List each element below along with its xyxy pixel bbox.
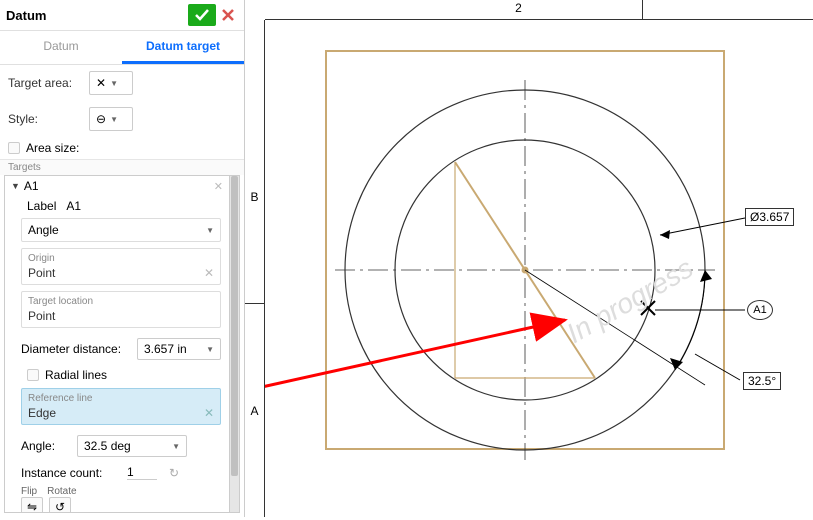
x-icon: ✕: [96, 76, 106, 90]
target-location-field[interactable]: Target location Point: [21, 291, 221, 328]
circle-minus-icon: ⊖: [96, 112, 106, 126]
target-area-label: Target area:: [8, 76, 83, 90]
rotate-label: Rotate: [47, 486, 76, 497]
chevron-down-icon: ▼: [206, 226, 214, 235]
chevron-down-icon: ▼: [110, 115, 118, 124]
viewport[interactable]: Ø3.657 A1 32.5° In progress: [265, 20, 813, 517]
angle-input[interactable]: 32.5 deg ▼: [77, 435, 187, 457]
origin-value: Point: [28, 266, 55, 280]
label-value: A1: [66, 199, 81, 213]
tab-datum[interactable]: Datum: [0, 31, 122, 64]
angle-row: Angle: 32.5 deg ▼: [5, 431, 229, 461]
diameter-label: Diameter distance:: [21, 342, 131, 356]
chevron-down-icon: ▼: [172, 442, 180, 451]
check-icon: [194, 8, 210, 22]
datum-balloon: A1: [747, 300, 773, 320]
diameter-input[interactable]: 3.657 in ▼: [137, 338, 221, 360]
style-dropdown[interactable]: ⊖ ▼: [89, 107, 133, 131]
angle-callout: 32.5°: [743, 372, 781, 390]
targets-list: ▼ A1 ✕ Label A1 Angle ▼ Origin Point ✕: [4, 175, 240, 513]
style-label: Style:: [8, 112, 83, 126]
origin-field[interactable]: Origin Point ✕: [21, 248, 221, 285]
label-row: Label A1: [5, 196, 229, 216]
datum-panel: Datum Datum Datum target Target area: ✕ …: [0, 0, 245, 517]
radial-lines-checkbox[interactable]: [27, 369, 39, 381]
panel-title: Datum: [6, 8, 46, 23]
angle-label: Angle:: [21, 439, 71, 453]
flip-rotate-labels: Flip Rotate: [5, 484, 229, 497]
accept-button[interactable]: [188, 4, 216, 26]
row-label-a: A: [245, 304, 264, 517]
flip-icon: ⇋: [27, 500, 37, 512]
style-row: Style: ⊖ ▼: [0, 101, 244, 137]
close-icon: [221, 8, 235, 22]
targets-section-label: Targets: [0, 159, 244, 175]
tab-datum-target[interactable]: Datum target: [122, 31, 244, 64]
target-item-name: A1: [24, 179, 39, 193]
rotate-icon: ↺: [55, 500, 65, 512]
scrollbar-thumb[interactable]: [231, 176, 238, 476]
drawing-geometry: [265, 20, 813, 520]
area-size-checkbox[interactable]: [8, 142, 20, 154]
clear-refline-button[interactable]: ✕: [204, 406, 214, 420]
rotate-button[interactable]: ↺: [49, 497, 71, 512]
tabs: Datum Datum target: [0, 31, 244, 65]
reference-line-label: Reference line: [28, 393, 214, 404]
angle-value: 32.5 deg: [84, 439, 131, 453]
label-caption: Label: [27, 199, 56, 213]
row-label-b: B: [245, 90, 264, 304]
targets-scrollbar[interactable]: [229, 176, 239, 512]
chevron-down-icon: ▼: [206, 345, 214, 354]
diameter-callout: Ø3.657: [745, 208, 794, 226]
instance-count-row: Instance count: 1 ↻: [5, 461, 229, 484]
column-label: 2: [395, 0, 643, 19]
flip-label: Flip: [21, 486, 37, 497]
angle-mode-value: Angle: [28, 223, 59, 237]
origin-label: Origin: [28, 253, 214, 264]
flip-button[interactable]: ⇋: [21, 497, 43, 512]
diameter-row: Diameter distance: 3.657 in ▼: [5, 334, 229, 364]
radial-lines-label: Radial lines: [45, 368, 107, 382]
ruler-vertical: B A: [245, 20, 265, 517]
target-location-label: Target location: [28, 296, 214, 307]
refresh-icon[interactable]: ↻: [169, 466, 179, 480]
target-area-row: Target area: ✕ ▼: [0, 65, 244, 101]
angle-mode-dropdown[interactable]: Angle ▼: [21, 218, 221, 242]
diameter-value: 3.657 in: [144, 342, 187, 356]
instance-count-label: Instance count:: [21, 466, 121, 480]
cancel-button[interactable]: [218, 4, 238, 26]
panel-header: Datum: [0, 0, 244, 31]
target-location-value: Point: [28, 307, 214, 323]
remove-target-button[interactable]: ✕: [214, 180, 223, 193]
target-area-dropdown[interactable]: ✕ ▼: [89, 71, 133, 95]
clear-origin-button[interactable]: ✕: [204, 266, 214, 280]
drawing-canvas[interactable]: 2 B A: [245, 0, 813, 517]
area-size-row: Area size:: [0, 137, 244, 159]
chevron-down-icon: ▼: [110, 79, 118, 88]
reference-line-field[interactable]: Reference line Edge ✕: [21, 388, 221, 425]
ruler-horizontal: 2: [265, 0, 813, 20]
target-item-a1[interactable]: ▼ A1 ✕: [5, 176, 229, 196]
instance-count-value[interactable]: 1: [127, 465, 157, 480]
area-size-label: Area size:: [26, 141, 79, 155]
reference-line-value: Edge: [28, 406, 56, 420]
caret-down-icon: ▼: [11, 181, 20, 191]
radial-lines-row: Radial lines: [5, 364, 229, 386]
